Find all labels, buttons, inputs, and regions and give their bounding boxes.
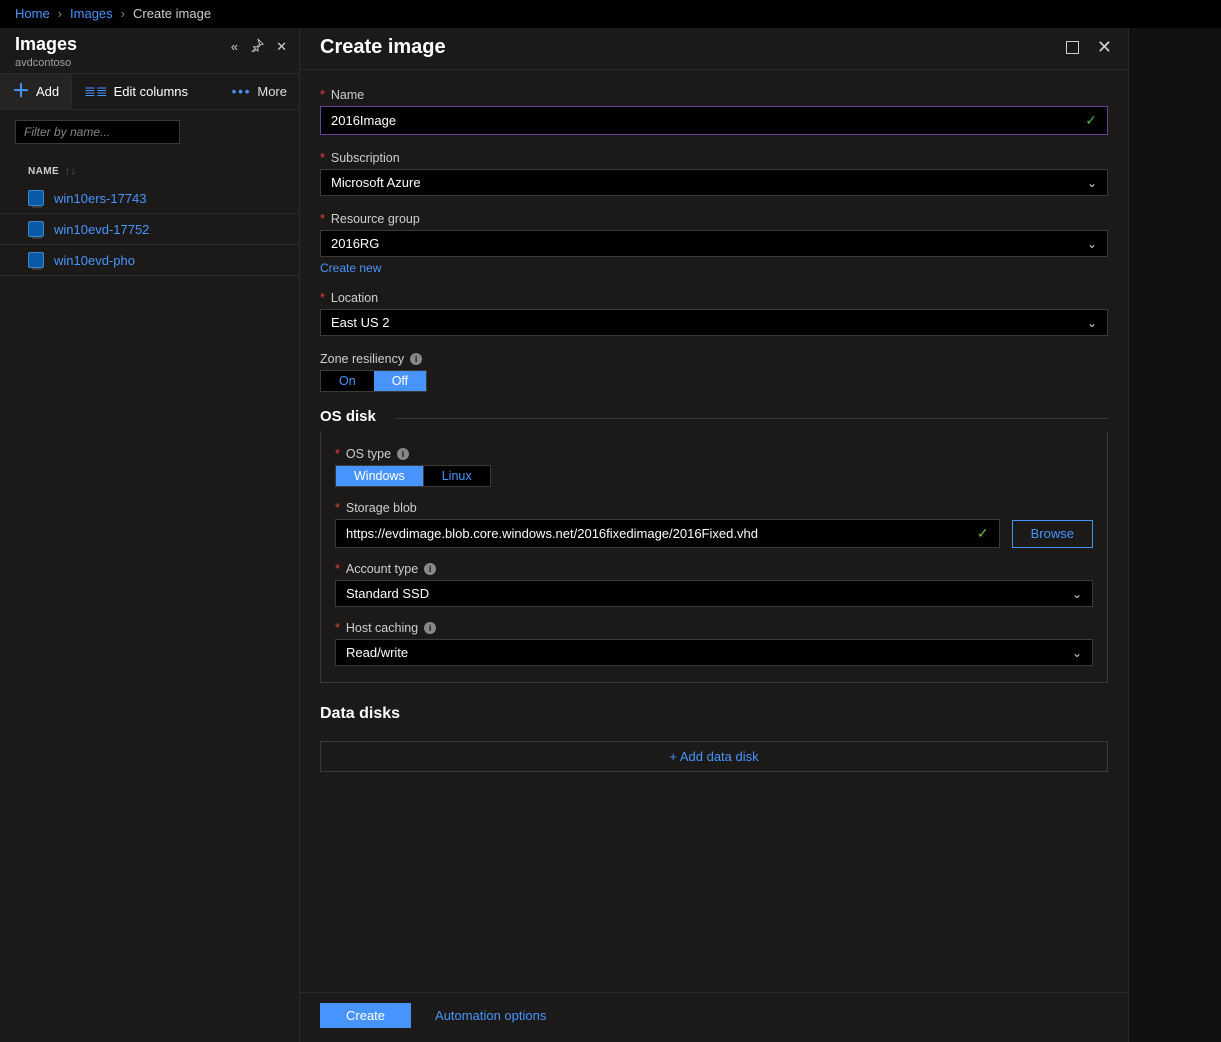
os-type-windows-button[interactable]: Windows — [336, 466, 423, 486]
resource-group-select[interactable]: 2016RG ⌄ — [320, 230, 1108, 257]
close-icon[interactable]: ✕ — [276, 40, 287, 53]
breadcrumb: Home › Images › Create image — [0, 0, 1221, 28]
columns-icon: ≣≣ — [84, 83, 107, 100]
maximize-icon[interactable] — [1066, 41, 1079, 54]
breadcrumb-sep: › — [58, 6, 62, 21]
os-type-label: OS type — [346, 447, 391, 461]
collapse-icon[interactable]: « — [231, 40, 238, 53]
subscription-value: Microsoft Azure — [331, 175, 421, 190]
info-icon[interactable]: i — [410, 353, 422, 365]
name-label: Name — [331, 88, 364, 102]
host-caching-value: Read/write — [346, 645, 408, 660]
breadcrumb-current: Create image — [133, 6, 211, 21]
edit-columns-label: Edit columns — [114, 84, 188, 99]
check-icon: ✓ — [1085, 112, 1097, 129]
resource-group-label: Resource group — [331, 212, 420, 226]
subscription-select[interactable]: Microsoft Azure ⌄ — [320, 169, 1108, 196]
zone-off-button[interactable]: Off — [374, 371, 426, 391]
close-icon[interactable]: ✕ — [1097, 41, 1112, 54]
account-type-select[interactable]: Standard SSD ⌄ — [335, 580, 1093, 607]
info-icon[interactable]: i — [424, 622, 436, 634]
create-image-title: Create image — [320, 36, 446, 59]
image-icon — [28, 252, 44, 268]
resource-group-value: 2016RG — [331, 236, 379, 251]
create-new-rg-link[interactable]: Create new — [320, 261, 381, 275]
image-name: win10evd-pho — [54, 253, 135, 268]
more-label: More — [257, 84, 287, 99]
list-item[interactable]: win10evd-17752 — [0, 214, 299, 245]
image-name: win10evd-17752 — [54, 222, 149, 237]
breadcrumb-sep: › — [121, 6, 125, 21]
add-button[interactable]: ＋ Add — [0, 74, 72, 109]
sort-asc-icon: ↑↓ — [65, 166, 76, 177]
location-label: Location — [331, 291, 378, 305]
pin-icon[interactable] — [250, 38, 264, 54]
os-disk-section-title: OS disk — [320, 408, 384, 425]
location-value: East US 2 — [331, 315, 390, 330]
filter-input[interactable] — [15, 120, 180, 144]
data-disks-title: Data disks — [320, 705, 1108, 723]
chevron-down-icon: ⌄ — [1087, 316, 1097, 330]
os-type-linux-button[interactable]: Linux — [423, 466, 490, 486]
zone-on-button[interactable]: On — [321, 371, 374, 391]
breadcrumb-images[interactable]: Images — [70, 6, 113, 21]
zone-resiliency-toggle[interactable]: On Off — [320, 370, 427, 392]
chevron-down-icon: ⌄ — [1072, 587, 1082, 601]
storage-blob-value: https://evdimage.blob.core.windows.net/2… — [346, 526, 758, 541]
info-icon[interactable]: i — [424, 563, 436, 575]
chevron-down-icon: ⌄ — [1087, 176, 1097, 190]
add-label: Add — [36, 84, 59, 99]
create-image-blade: Create image ✕ *Name 2016Image ✓ *Subscr… — [300, 28, 1129, 1042]
storage-blob-label: Storage blob — [346, 501, 417, 515]
image-icon — [28, 190, 44, 206]
breadcrumb-home[interactable]: Home — [15, 6, 50, 21]
os-type-toggle[interactable]: Windows Linux — [335, 465, 491, 487]
list-item[interactable]: win10evd-pho — [0, 245, 299, 276]
more-button[interactable]: ••• More — [220, 74, 299, 109]
browse-button[interactable]: Browse — [1012, 520, 1093, 548]
host-caching-select[interactable]: Read/write ⌄ — [335, 639, 1093, 666]
images-subtitle: avdcontoso — [15, 57, 77, 69]
images-title: Images — [15, 34, 77, 55]
zone-label: Zone resiliency — [320, 352, 404, 366]
list-item[interactable]: win10ers-17743 — [0, 183, 299, 214]
info-icon[interactable]: i — [397, 448, 409, 460]
create-button[interactable]: Create — [320, 1003, 411, 1028]
host-caching-label: Host caching — [346, 621, 418, 635]
check-icon: ✓ — [977, 525, 989, 542]
image-icon — [28, 221, 44, 237]
account-type-value: Standard SSD — [346, 586, 429, 601]
chevron-down-icon: ⌄ — [1072, 646, 1082, 660]
more-icon: ••• — [232, 84, 252, 99]
image-name: win10ers-17743 — [54, 191, 147, 206]
name-input[interactable]: 2016Image ✓ — [320, 106, 1108, 135]
location-select[interactable]: East US 2 ⌄ — [320, 309, 1108, 336]
chevron-down-icon: ⌄ — [1087, 237, 1097, 251]
empty-area — [1129, 28, 1221, 1042]
storage-blob-input[interactable]: https://evdimage.blob.core.windows.net/2… — [335, 519, 1000, 548]
edit-columns-button[interactable]: ≣≣ Edit columns — [72, 74, 200, 109]
column-name-header[interactable]: NAME — [28, 166, 59, 177]
automation-options-link[interactable]: Automation options — [435, 1008, 546, 1023]
images-blade: Images avdcontoso « ✕ ＋ Add ≣≣ Edit colu… — [0, 28, 300, 1042]
subscription-label: Subscription — [331, 151, 400, 165]
name-value: 2016Image — [331, 113, 396, 128]
add-data-disk-button[interactable]: + Add data disk — [320, 741, 1108, 772]
plus-icon: ＋ — [12, 86, 30, 97]
account-type-label: Account type — [346, 562, 418, 576]
